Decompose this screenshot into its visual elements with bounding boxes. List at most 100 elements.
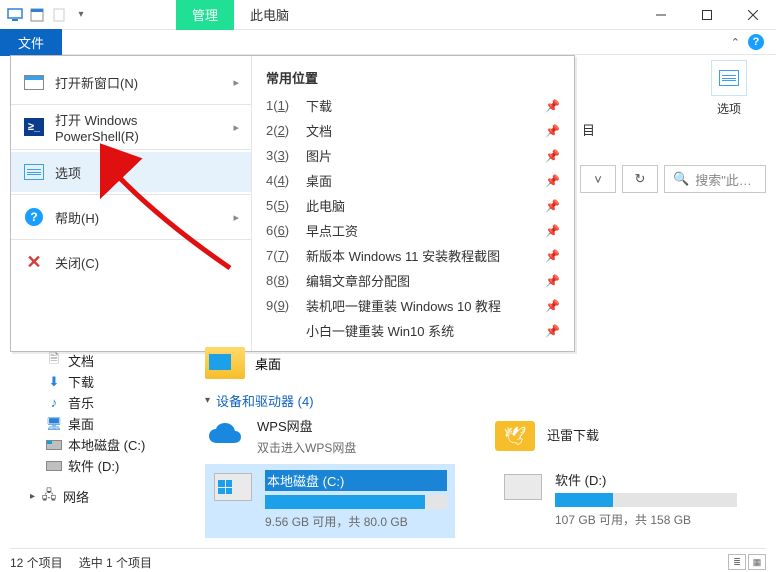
tree-item-music[interactable]: ♪音乐 [30,392,190,413]
location-number: 1(1) [266,98,296,113]
chevron-right-icon: ▸ [233,121,239,134]
file-menu-help-label: 帮助(H) [55,208,223,227]
drive-c[interactable]: 本地磁盘 (C:) 9.56 GB 可用，共 80.0 GB [205,464,455,538]
pin-icon[interactable]: 📌 [545,99,560,113]
tree-item-drive-d[interactable]: 软件 (D:) [30,455,190,476]
window-controls [638,0,776,30]
drive-d-name: 软件 (D:) [555,470,737,489]
frequent-location-item[interactable]: 4(4) 桌面 📌 [252,168,574,193]
tree-item-drive-c[interactable]: 本地磁盘 (C:) [30,434,190,455]
pin-icon[interactable]: 📌 [545,199,560,213]
tab-this-pc[interactable]: 此电脑 [234,0,305,30]
qat-dropdown-icon[interactable]: ▾ [70,4,92,26]
location-number: 2(2) [266,123,296,138]
ribbon-tab-row: 文件 ⌃ ? [0,30,776,55]
file-menu-new-window[interactable]: 打开新窗口(N) ▸ [11,62,251,102]
drive-c-name: 本地磁盘 (C:) [265,470,447,491]
maximize-button[interactable] [684,0,730,30]
monitor-icon[interactable] [4,4,26,26]
main-content: 桌面 设备和驱动器 (4) WPS网盘 双击进入WPS网盘 🕊 迅雷下载 本地磁… [205,345,766,538]
title-bar: ▾ 管理 此电脑 [0,0,776,30]
pin-icon[interactable]: 📌 [545,224,560,238]
chevron-right-icon: ▸ [30,491,35,502]
file-menu-help[interactable]: ? 帮助(H) ▸ [11,197,251,237]
drive-d[interactable]: 软件 (D:) 107 GB 可用，共 158 GB [495,464,745,538]
file-menu-options-label: 选项 [55,163,239,182]
location-label: 文档 [306,121,535,140]
file-menu-close-label: 关闭(C) [55,253,239,272]
status-selection: 选中 1 个项目 [79,554,152,571]
music-icon: ♪ [46,395,62,411]
frequent-location-item[interactable]: 3(3)图片📌 [252,143,574,168]
frequent-location-item[interactable]: 9(9)装机吧一键重装 Windows 10 教程📌 [252,293,574,318]
quick-access-toolbar: ▾ [0,4,96,26]
options-tile[interactable]: 选项 [704,60,754,117]
help-icon[interactable]: ? [748,34,764,50]
status-item-count: 12 个项目 [10,554,63,571]
refresh-button[interactable]: ↻ [622,165,658,193]
document-icon[interactable] [48,4,70,26]
frequent-location-item[interactable]: 1(1) 下载 📌 [252,93,574,118]
search-placeholder: 搜索"此… [695,170,752,189]
drive-wps-sub: 双击进入WPS网盘 [257,439,455,456]
drive-icon [46,437,62,453]
file-menu-powershell[interactable]: ≥_ 打开 Windows PowerShell(R) ▸ [11,107,251,147]
location-label: 新版本 Windows 11 安装教程截图 [306,246,535,265]
frequent-location-item[interactable]: 5(5) 此电脑 📌 [252,193,574,218]
tree-item-desktop[interactable]: 🖥桌面 [30,413,190,434]
folder-tile-desktop[interactable]: 桌面 [205,345,766,389]
document-icon: 🗎 [46,353,62,369]
download-icon: ⬇ [46,374,62,390]
tree-item-documents[interactable]: 🗎文档 [30,350,190,371]
pin-icon[interactable]: 📌 [545,149,560,163]
tree-item-network[interactable]: ▸🖧网络 [30,486,190,507]
file-menu-options[interactable]: 选项 [11,152,251,192]
desktop-icon: 🖥 [46,416,62,432]
pin-icon[interactable]: 📌 [545,274,560,288]
location-number: 4(4) [266,173,296,188]
location-number: 7(7) [266,248,296,263]
file-menu-close[interactable]: ✕ 关闭(C) [11,242,251,282]
frequent-locations-heading: 常用位置 [252,64,574,93]
frequent-location-item[interactable]: 7(7) 新版本 Windows 11 安装教程截图 📌 [252,243,574,268]
menu-remnant-label: 目 [582,120,595,139]
tab-drive-tools[interactable]: 管理 [176,0,234,30]
file-menu-right: 常用位置 1(1)下载📌2(2)文档📌3(3)图片📌4(4)桌面📌5(5)此电脑… [251,56,574,351]
drive-c-usage-bar [265,495,447,509]
section-devices-heading[interactable]: 设备和驱动器 (4) [205,389,766,416]
minimize-button[interactable] [638,0,684,30]
location-number: 5(5) [266,198,296,213]
close-button[interactable] [730,0,776,30]
pin-icon[interactable]: 📌 [545,324,560,338]
details-view-icon[interactable]: ≣ [728,554,746,570]
location-label: 桌面 [306,171,535,190]
location-number: 6(6) [266,223,296,238]
drive-icon [503,470,543,504]
search-box[interactable]: 🔍 搜索"此… [664,165,766,193]
file-tab[interactable]: 文件 [0,29,62,56]
pin-icon[interactable]: 📌 [545,249,560,263]
view-mode-switcher[interactable]: ≣ ▦ [728,554,766,570]
drive-icon [46,458,62,474]
ribbon-collapse-icon[interactable]: ⌃ [731,36,740,49]
location-number: 8(8) [266,273,296,288]
frequent-location-item[interactable]: 6(6)早点工资📌 [252,218,574,243]
address-search-row: ˅ ↻ 🔍 搜索"此… [580,165,766,193]
location-label: 此电脑 [306,196,535,215]
frequent-location-item[interactable]: 8(8)编辑文章部分配图📌 [252,268,574,293]
tiles-view-icon[interactable]: ▦ [748,554,766,570]
tree-item-downloads[interactable]: ⬇下载 [30,371,190,392]
frequent-location-item[interactable]: 2(2) 文档 📌 [252,118,574,143]
file-menu-new-window-label: 打开新窗口(N) [55,73,223,92]
folder-label: 桌面 [255,354,281,373]
pin-icon[interactable]: 📌 [545,124,560,138]
frequent-location-item[interactable]: 小白一键重装 Win10 系统📌 [252,318,574,343]
properties-icon[interactable] [26,4,48,26]
location-label: 下载 [306,96,535,115]
dropdown-button[interactable]: ˅ [580,165,616,193]
drive-xunlei[interactable]: 🕊 迅雷下载 [495,416,715,456]
pin-icon[interactable]: 📌 [545,299,560,313]
drive-wps[interactable]: WPS网盘 双击进入WPS网盘 [205,416,455,456]
file-menu-left: 打开新窗口(N) ▸ ≥_ 打开 Windows PowerShell(R) ▸… [11,56,251,351]
pin-icon[interactable]: 📌 [545,174,560,188]
